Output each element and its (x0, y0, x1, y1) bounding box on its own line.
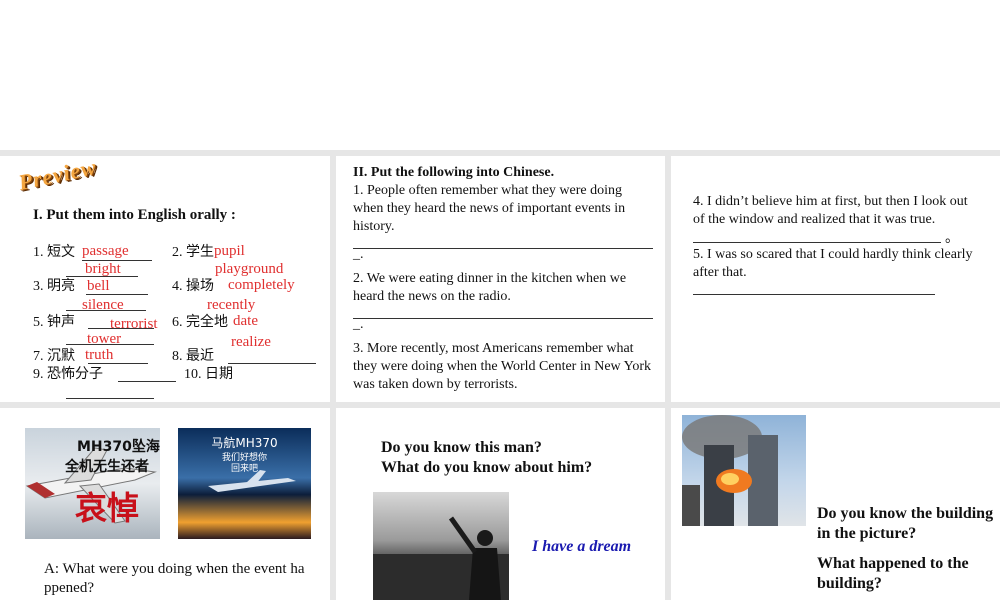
answer-date: date (233, 313, 258, 329)
answer-tower: tower (87, 331, 122, 347)
mlk-photo (373, 492, 509, 600)
sentence-5: 5. I was so scared that I could hardly t… (693, 247, 973, 280)
translation-heading: II. Put the following into Chinese. (353, 164, 554, 182)
sentence-3: 3. More recently, most Americans remembe… (353, 341, 652, 392)
translation-heading-period: . (550, 165, 555, 180)
panel-translation-2: 4. I didn’t believe him at first, but th… (671, 156, 1000, 402)
answer-recently: recently (207, 297, 256, 313)
panel-vocabulary: Preview I. Put them into English orally … (0, 156, 330, 402)
vocab-item-8-label: 8. 最近 (172, 349, 214, 364)
panel-wtc: Do you know the building in the picture?… (671, 408, 1000, 600)
answer-line-1[interactable] (353, 248, 653, 249)
vocab-item-9-label: 9. 恐怖分子 (33, 367, 103, 382)
answer-truth: truth (85, 347, 114, 363)
answer-line-1-end: _. (353, 247, 364, 262)
answer-blank[interactable] (66, 398, 154, 399)
answer-playground: playground (215, 261, 284, 277)
answer-line-2-end: _. (353, 317, 364, 332)
answer-line-2[interactable] (353, 318, 653, 319)
question-what-happened: What happened to the building? (817, 555, 969, 592)
plane-silhouette-icon (208, 470, 296, 492)
wtc-photo (682, 415, 806, 526)
mh370-headline-1: MH370坠海 (77, 439, 160, 455)
answer-line-5[interactable] (693, 294, 935, 295)
sentence-4: 4. I didn’t believe him at first, but th… (693, 194, 968, 227)
answer-line-4[interactable] (693, 242, 941, 243)
answer-realize: realize (231, 334, 271, 350)
vocab-item-3-label: 3. 明亮 (33, 279, 75, 294)
panel-mh370: MH370坠海 全机无生还者 哀悼 马航MH370 我们好想你 回来吧 A: W… (0, 408, 330, 600)
vocab-item-1-label: 1. 短文 (33, 245, 75, 260)
vocab-item-7-label: 7. 沉默 (33, 349, 75, 364)
sentence-2: 2. We were eating dinner in the kitchen … (353, 271, 627, 304)
vocab-item-5-label: 5. 钟声 (33, 315, 75, 330)
preview-logo: Preview (16, 156, 99, 195)
answer-blank[interactable] (118, 381, 176, 382)
answer-passage: passage (82, 243, 129, 259)
answer-completely: completely (228, 277, 295, 293)
translation-heading-text: II. Put the following into Chinese (353, 165, 551, 180)
panel-mlk: Do you know this man? What do you know a… (336, 408, 665, 600)
mh370-mourning-text: 哀悼 (75, 489, 140, 527)
question-know-building: Do you know the building in the picture? (817, 505, 994, 542)
mh370-vigil-image: 马航MH370 我们好想你 回来吧 (178, 428, 311, 539)
answer-silence: silence (82, 297, 124, 313)
answer-bright: bright (85, 261, 121, 277)
sentence-1: 1. People often remember what they were … (353, 183, 626, 234)
mh370-headline-2: 全机无生还者 (65, 459, 149, 475)
question-know-about: What do you know about him? (381, 459, 593, 476)
answer-blank[interactable] (228, 363, 316, 364)
dream-quote: I have a dream (532, 538, 632, 555)
panel-translation-1: II. Put the following into Chinese. 1. P… (336, 156, 665, 402)
vocab-item-10-label: 10. 日期 (184, 367, 233, 382)
burning-towers-icon (682, 415, 778, 526)
mh370-mourning-image: MH370坠海 全机无生还者 哀悼 (25, 428, 160, 539)
answer-bell: bell (87, 278, 110, 294)
answer-pupil: pupil (214, 243, 245, 259)
question-know-man: Do you know this man? (381, 439, 542, 456)
question-a: A: What were you doing when the event ha… (44, 561, 305, 596)
vocab-item-2-label: 2. 学生 (172, 245, 214, 260)
vocab-item-6-label: 6. 完全地 (172, 315, 228, 330)
vocab-item-4-label: 4. 操场 (172, 279, 214, 294)
vocab-heading: I. Put them into English orally : (33, 207, 236, 223)
speaker-figure-icon (373, 516, 509, 600)
